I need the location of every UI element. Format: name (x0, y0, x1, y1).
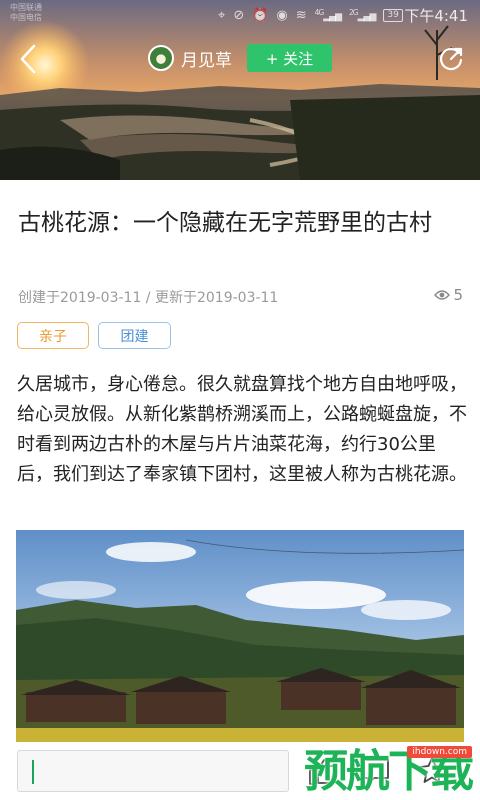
tag-team-building[interactable]: 团建 (98, 322, 171, 349)
thumb-up-icon (309, 759, 336, 785)
status-icons: ⌖ ⊘ ⏰ ◉ ≋ 4G▂▄▆ 2G▂▄▆ 39 (218, 6, 403, 24)
comment-icon (363, 759, 389, 785)
comment-button[interactable] (360, 752, 392, 790)
eye-icon (434, 290, 451, 300)
view-count: 5 (434, 286, 463, 304)
text-cursor (32, 760, 34, 784)
alarm-icon: ⏰ (252, 7, 269, 23)
share-icon (439, 47, 463, 71)
star-icon (419, 757, 445, 783)
signal-1-icon: 4G▂▄▆ (314, 8, 342, 22)
bottom-action-bar (0, 744, 480, 800)
article-photo (16, 530, 464, 742)
article-title: 古桃花源：一个隐藏在无字荒野里的古村 (18, 210, 432, 236)
status-bar: 中国联通 中国电信 ⌖ ⊘ ⏰ ◉ ≋ 4G▂▄▆ 2G▂▄▆ 39 下午4:4… (0, 0, 480, 30)
carrier-2: 中国电信 (10, 13, 42, 22)
article-paragraph: 久居城市，身心倦怠。很久就盘算找个地方自由地呼吸，给心灵放假。从新化紫鹊桥溯溪而… (17, 374, 467, 485)
carrier-info: 中国联通 中国电信 (10, 3, 42, 23)
comment-input[interactable] (17, 750, 289, 792)
tag-parent-child[interactable]: 亲子 (17, 322, 89, 349)
location-icon: ⌖ (218, 7, 226, 23)
author-name[interactable]: 月见草 (181, 46, 232, 71)
chevron-left-icon (20, 44, 36, 74)
signal-2-icon: 2G▂▄▆ (349, 8, 376, 22)
share-button[interactable] (437, 44, 465, 72)
clock: 下午4:41 (404, 7, 468, 25)
like-button[interactable] (306, 752, 338, 790)
header-banner: 中国联通 中国电信 ⌖ ⊘ ⏰ ◉ ≋ 4G▂▄▆ 2G▂▄▆ 39 下午4:4… (0, 0, 480, 180)
wifi-icon: ≋ (295, 7, 307, 23)
carrier-1: 中国联通 (10, 3, 42, 12)
favorite-button[interactable] (416, 752, 448, 790)
avatar[interactable] (148, 45, 174, 71)
view-count-value: 5 (453, 286, 463, 304)
back-button[interactable] (14, 42, 46, 76)
article-dates: 创建于2019-03-11 / 更新于2019-03-11 (18, 290, 279, 306)
mute-icon: ⊘ (233, 7, 245, 23)
author-info[interactable]: 月见草 (148, 44, 232, 72)
follow-button[interactable]: + 关注 (247, 44, 332, 72)
battery-icon: 39 (383, 8, 403, 22)
eye-comfort-icon: ◉ (276, 7, 288, 23)
